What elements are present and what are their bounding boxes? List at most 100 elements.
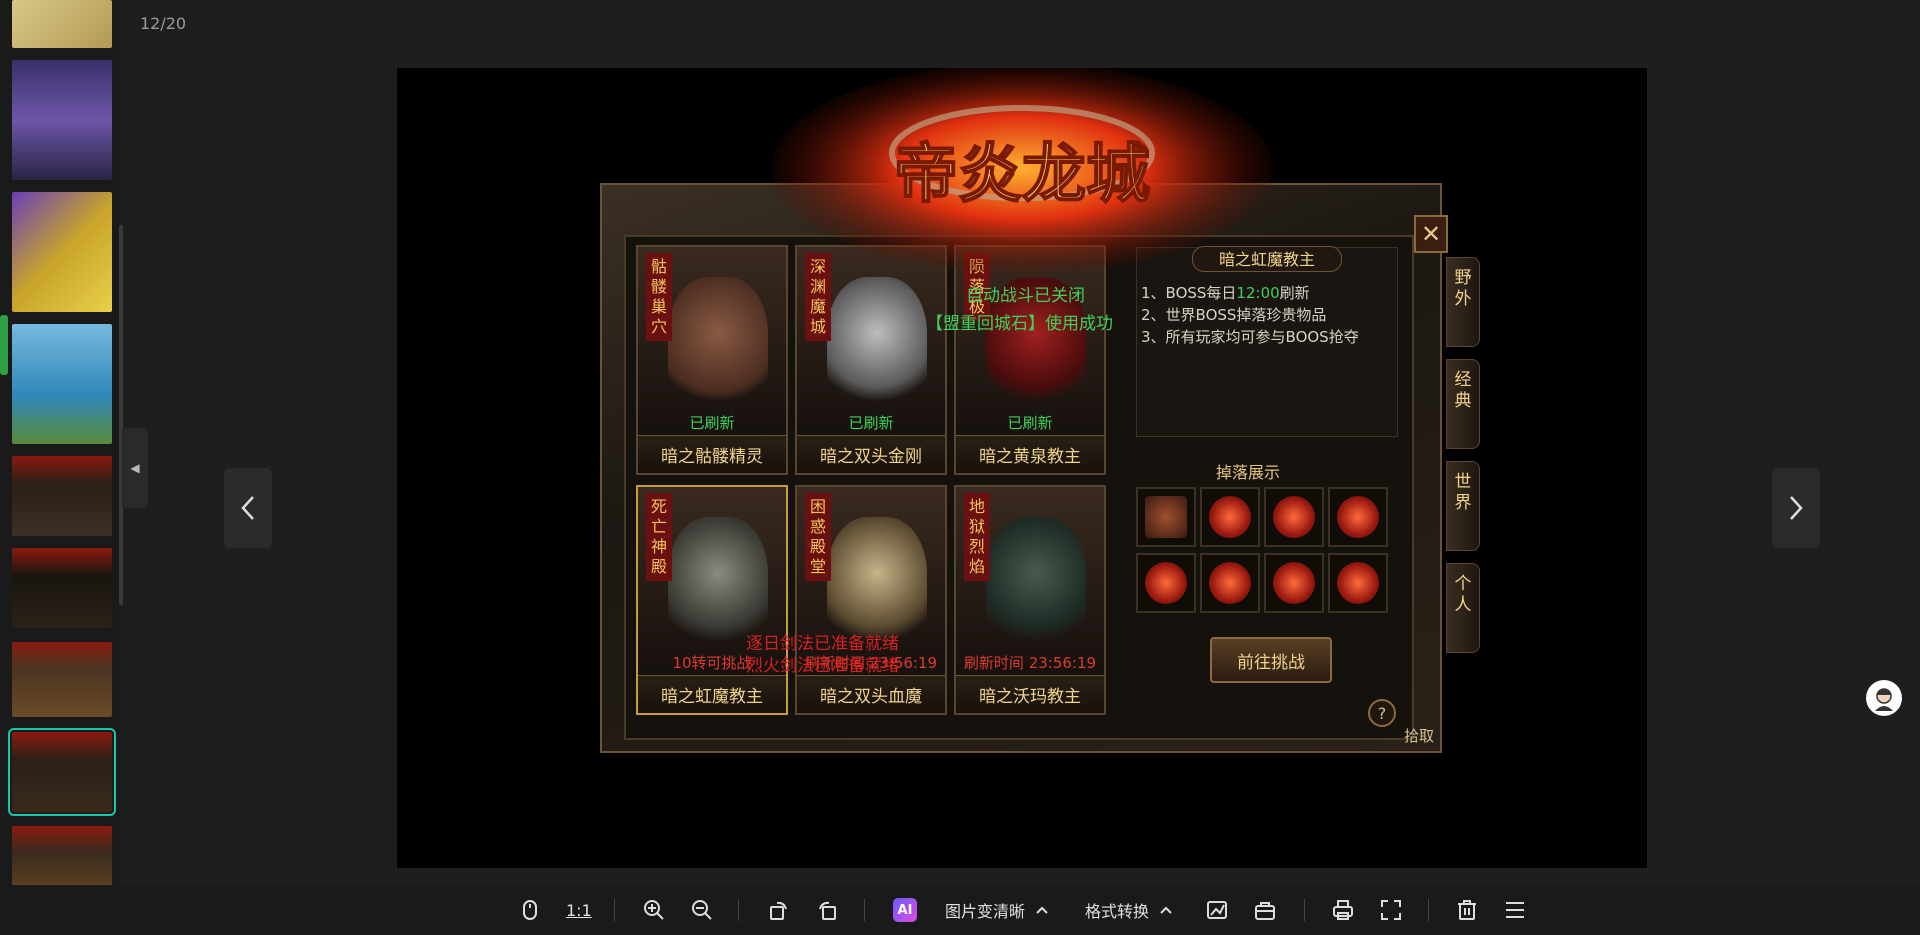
previous-image-button[interactable] — [224, 468, 272, 548]
tab-field: 野 外 — [1446, 257, 1480, 347]
thumbnail[interactable] — [12, 548, 112, 628]
bottom-toolbar: 1:1 AI 图片变清晰 格式转换 — [0, 885, 1920, 935]
rule-text: 刷新 — [1279, 284, 1310, 302]
image-edit-icon — [1207, 901, 1227, 919]
drop-item-slot — [1264, 553, 1324, 613]
refresh-status: 已刷新 — [848, 414, 894, 432]
boss-name: 暗之黄泉教主 — [956, 435, 1104, 473]
rule-text: 1、BOSS每日 — [1141, 284, 1237, 302]
mouse-icon — [523, 900, 537, 920]
divider — [1428, 899, 1429, 921]
item-icon — [1337, 562, 1379, 604]
sidebar-scrollbar[interactable] — [119, 225, 123, 605]
chevron-right-icon — [1790, 496, 1803, 520]
item-icon — [1337, 496, 1379, 538]
item-icon — [1273, 562, 1315, 604]
enhance-image-button[interactable]: 图片变清晰 — [945, 897, 1049, 923]
menu-icon — [1506, 902, 1524, 918]
divider — [738, 899, 739, 921]
zoom-ratio-label: 1:1 — [566, 900, 592, 920]
toolbox-button[interactable] — [1254, 897, 1276, 923]
divider — [1304, 899, 1305, 921]
avatar-icon — [1875, 688, 1893, 711]
refresh-status: 已刷新 — [689, 414, 735, 432]
ai-button[interactable]: AI — [893, 897, 917, 923]
go-challenge-button: 前往挑战 — [1210, 637, 1332, 683]
area-label: 死 亡 神 殿 — [646, 493, 672, 581]
mouse-mode-button[interactable] — [520, 897, 540, 923]
boss-name: 暗之骷髅精灵 — [638, 435, 786, 473]
thumbnail-sidebar — [0, 0, 120, 935]
zoom-out-icon — [692, 900, 712, 920]
edit-image-button[interactable] — [1206, 897, 1228, 923]
fullscreen-icon — [1381, 900, 1401, 920]
boss-card: 困 惑 殿 堂 刷新时间 23:56:19 暗之双头血魔 — [795, 485, 947, 715]
enhance-label: 图片变清晰 — [945, 902, 1026, 921]
fullscreen-button[interactable] — [1380, 897, 1402, 923]
zoom-in-button[interactable] — [643, 897, 665, 923]
pickup-label: 拾取 — [1404, 727, 1435, 745]
chevron-up-icon — [1160, 906, 1172, 914]
boss-name: 暗之虹魔教主 — [638, 675, 786, 713]
thumbnail[interactable] — [12, 0, 112, 48]
thumbnail[interactable] — [12, 60, 112, 180]
divider — [614, 899, 615, 921]
rule-line: 2、世界BOSS掉落珍贵物品 — [1141, 306, 1327, 324]
next-image-button[interactable] — [1772, 468, 1820, 548]
rotate-right-icon — [819, 901, 836, 920]
zoom-out-button[interactable] — [691, 897, 713, 923]
game-logo: 帝炎龙城 — [772, 68, 1272, 273]
thumbnail[interactable] — [12, 324, 112, 444]
tab-world: 世 界 — [1446, 461, 1480, 551]
drop-display-title: 掉落展示 — [1216, 463, 1281, 482]
rotate-right-button[interactable] — [816, 897, 838, 923]
drop-item-slot — [1200, 553, 1260, 613]
format-convert-button[interactable]: 格式转换 — [1085, 897, 1173, 923]
rule-line: 3、所有玩家均可参与BOOS抢夺 — [1141, 328, 1359, 346]
boss-card-selected: 死 亡 神 殿 10转可挑战 暗之虹魔教主 — [636, 485, 788, 715]
page-counter: 12/20 — [140, 14, 187, 33]
item-icon — [1273, 496, 1315, 538]
actual-size-button[interactable]: 1:1 — [566, 897, 592, 923]
logo-text: 帝炎龙城 — [894, 137, 1150, 212]
rule-time: 12:00 — [1236, 284, 1280, 302]
rule-line: 1、BOSS每日12:00刷新 — [1141, 282, 1310, 303]
refresh-status: 刷新时间 23:56:19 — [963, 654, 1097, 672]
monster-art — [986, 517, 1086, 657]
image-canvas: 骷 髅 巢 穴 已刷新 暗之骷髅精灵 深 渊 魔 城 已刷新 暗之双头金刚 陨 … — [397, 68, 1647, 868]
tab-classic: 经 典 — [1446, 359, 1480, 449]
convert-label: 格式转换 — [1085, 902, 1150, 921]
drop-item-slot — [1328, 553, 1388, 613]
system-message: 自动战斗已关闭 — [966, 286, 1085, 306]
chevron-left-icon — [241, 496, 254, 520]
thumbnail[interactable] — [12, 642, 112, 717]
thumbnail-active[interactable] — [8, 728, 116, 816]
menu-button[interactable] — [1504, 897, 1526, 923]
item-icon — [1145, 562, 1187, 604]
monster-art — [827, 277, 927, 417]
close-icon: ✕ — [1414, 215, 1448, 253]
area-label: 地 狱 烈 焰 — [964, 493, 990, 581]
drop-item-slot — [1136, 487, 1196, 547]
skill-message: 烈火剑法已准备就绪 — [746, 656, 899, 676]
assistant-avatar[interactable] — [1866, 680, 1902, 716]
help-icon: ? — [1368, 699, 1396, 727]
printer-icon — [1333, 900, 1353, 920]
rotate-left-button[interactable] — [768, 897, 790, 923]
thumbnail[interactable] — [12, 456, 112, 536]
boss-name: 暗之双头血魔 — [797, 675, 945, 713]
collapse-sidebar-button[interactable]: ◀ — [122, 428, 148, 508]
rotate-left-icon — [770, 901, 787, 920]
system-message: 【盟重回城石】使用成功 — [926, 314, 1113, 334]
delete-button[interactable] — [1456, 897, 1478, 923]
drop-item-slot — [1328, 487, 1388, 547]
boss-card: 地 狱 烈 焰 刷新时间 23:56:19 暗之沃玛教主 — [954, 485, 1106, 715]
refresh-status: 已刷新 — [1007, 414, 1053, 432]
drop-item-slot — [1136, 553, 1196, 613]
item-icon — [1209, 496, 1251, 538]
print-button[interactable] — [1332, 897, 1354, 923]
image-viewer-app: ◀ 12/20 骷 髅 巢 穴 已刷新 暗之骷髅精灵 深 渊 魔 城 已刷新 暗… — [0, 0, 1920, 935]
trash-icon — [1458, 900, 1476, 920]
item-icon — [1145, 496, 1187, 538]
thumbnail[interactable] — [12, 192, 112, 312]
